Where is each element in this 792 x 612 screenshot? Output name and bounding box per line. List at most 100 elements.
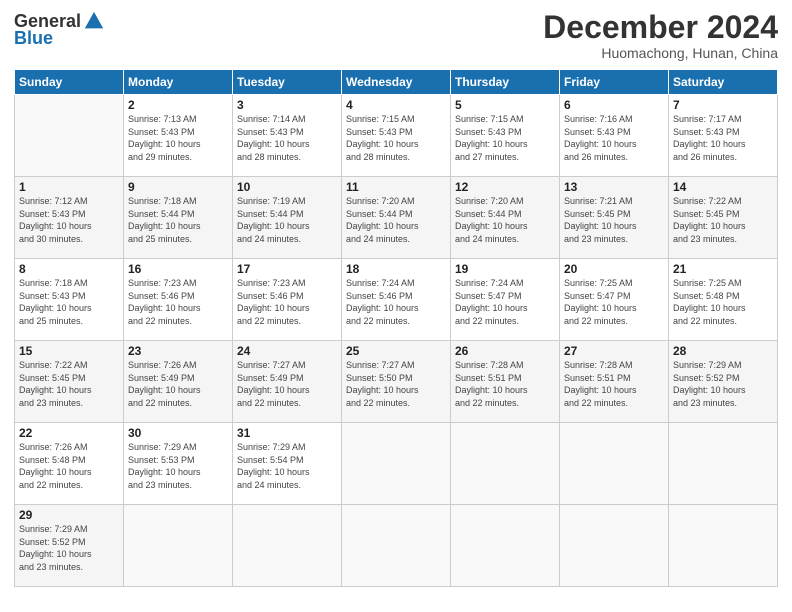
logo-blue-text: Blue xyxy=(14,28,53,49)
table-row: 14Sunrise: 7:22 AM Sunset: 5:45 PM Dayli… xyxy=(669,177,778,259)
table-row xyxy=(560,505,669,587)
col-friday: Friday xyxy=(560,70,669,95)
month-title: December 2024 xyxy=(543,10,778,45)
day-number: 7 xyxy=(673,98,773,112)
day-info: Sunrise: 7:12 AM Sunset: 5:43 PM Dayligh… xyxy=(19,195,119,245)
table-row: 28Sunrise: 7:29 AM Sunset: 5:52 PM Dayli… xyxy=(669,341,778,423)
logo: General Blue xyxy=(14,10,105,49)
day-number: 3 xyxy=(237,98,337,112)
day-info: Sunrise: 7:18 AM Sunset: 5:44 PM Dayligh… xyxy=(128,195,228,245)
day-info: Sunrise: 7:29 AM Sunset: 5:54 PM Dayligh… xyxy=(237,441,337,491)
location: Huomachong, Hunan, China xyxy=(543,45,778,61)
day-info: Sunrise: 7:26 AM Sunset: 5:48 PM Dayligh… xyxy=(19,441,119,491)
table-row xyxy=(560,423,669,505)
table-row: 27Sunrise: 7:28 AM Sunset: 5:51 PM Dayli… xyxy=(560,341,669,423)
day-number: 23 xyxy=(128,344,228,358)
header: General Blue December 2024 Huomachong, H… xyxy=(14,10,778,61)
calendar-row: 2Sunrise: 7:13 AM Sunset: 5:43 PM Daylig… xyxy=(15,95,778,177)
day-number: 2 xyxy=(128,98,228,112)
table-row xyxy=(15,95,124,177)
day-number: 15 xyxy=(19,344,119,358)
table-row: 4Sunrise: 7:15 AM Sunset: 5:43 PM Daylig… xyxy=(342,95,451,177)
table-row: 7Sunrise: 7:17 AM Sunset: 5:43 PM Daylig… xyxy=(669,95,778,177)
table-row: 19Sunrise: 7:24 AM Sunset: 5:47 PM Dayli… xyxy=(451,259,560,341)
table-row: 23Sunrise: 7:26 AM Sunset: 5:49 PM Dayli… xyxy=(124,341,233,423)
day-number: 28 xyxy=(673,344,773,358)
day-info: Sunrise: 7:20 AM Sunset: 5:44 PM Dayligh… xyxy=(455,195,555,245)
day-info: Sunrise: 7:17 AM Sunset: 5:43 PM Dayligh… xyxy=(673,113,773,163)
day-number: 18 xyxy=(346,262,446,276)
day-number: 20 xyxy=(564,262,664,276)
day-info: Sunrise: 7:27 AM Sunset: 5:49 PM Dayligh… xyxy=(237,359,337,409)
day-info: Sunrise: 7:15 AM Sunset: 5:43 PM Dayligh… xyxy=(455,113,555,163)
table-row: 9Sunrise: 7:18 AM Sunset: 5:44 PM Daylig… xyxy=(124,177,233,259)
table-row xyxy=(669,505,778,587)
day-info: Sunrise: 7:29 AM Sunset: 5:53 PM Dayligh… xyxy=(128,441,228,491)
day-number: 31 xyxy=(237,426,337,440)
table-row: 11Sunrise: 7:20 AM Sunset: 5:44 PM Dayli… xyxy=(342,177,451,259)
calendar-row: 15Sunrise: 7:22 AM Sunset: 5:45 PM Dayli… xyxy=(15,341,778,423)
day-info: Sunrise: 7:26 AM Sunset: 5:49 PM Dayligh… xyxy=(128,359,228,409)
day-info: Sunrise: 7:19 AM Sunset: 5:44 PM Dayligh… xyxy=(237,195,337,245)
table-row: 16Sunrise: 7:23 AM Sunset: 5:46 PM Dayli… xyxy=(124,259,233,341)
day-number: 14 xyxy=(673,180,773,194)
table-row: 24Sunrise: 7:27 AM Sunset: 5:49 PM Dayli… xyxy=(233,341,342,423)
day-number: 13 xyxy=(564,180,664,194)
day-number: 16 xyxy=(128,262,228,276)
table-row: 25Sunrise: 7:27 AM Sunset: 5:50 PM Dayli… xyxy=(342,341,451,423)
table-row xyxy=(233,505,342,587)
calendar-row: 1Sunrise: 7:12 AM Sunset: 5:43 PM Daylig… xyxy=(15,177,778,259)
day-number: 12 xyxy=(455,180,555,194)
table-row: 21Sunrise: 7:25 AM Sunset: 5:48 PM Dayli… xyxy=(669,259,778,341)
day-number: 22 xyxy=(19,426,119,440)
day-number: 5 xyxy=(455,98,555,112)
day-info: Sunrise: 7:23 AM Sunset: 5:46 PM Dayligh… xyxy=(237,277,337,327)
table-row xyxy=(451,505,560,587)
day-info: Sunrise: 7:28 AM Sunset: 5:51 PM Dayligh… xyxy=(455,359,555,409)
table-row: 30Sunrise: 7:29 AM Sunset: 5:53 PM Dayli… xyxy=(124,423,233,505)
day-number: 19 xyxy=(455,262,555,276)
logo-icon xyxy=(83,10,105,32)
day-number: 30 xyxy=(128,426,228,440)
day-number: 4 xyxy=(346,98,446,112)
table-row: 2Sunrise: 7:13 AM Sunset: 5:43 PM Daylig… xyxy=(124,95,233,177)
day-info: Sunrise: 7:24 AM Sunset: 5:46 PM Dayligh… xyxy=(346,277,446,327)
table-row: 3Sunrise: 7:14 AM Sunset: 5:43 PM Daylig… xyxy=(233,95,342,177)
table-row: 13Sunrise: 7:21 AM Sunset: 5:45 PM Dayli… xyxy=(560,177,669,259)
title-block: December 2024 Huomachong, Hunan, China xyxy=(543,10,778,61)
day-info: Sunrise: 7:24 AM Sunset: 5:47 PM Dayligh… xyxy=(455,277,555,327)
col-wednesday: Wednesday xyxy=(342,70,451,95)
table-row: 1Sunrise: 7:12 AM Sunset: 5:43 PM Daylig… xyxy=(15,177,124,259)
table-row xyxy=(669,423,778,505)
table-row xyxy=(451,423,560,505)
table-row xyxy=(124,505,233,587)
day-number: 10 xyxy=(237,180,337,194)
day-info: Sunrise: 7:16 AM Sunset: 5:43 PM Dayligh… xyxy=(564,113,664,163)
table-row: 29Sunrise: 7:29 AM Sunset: 5:52 PM Dayli… xyxy=(15,505,124,587)
day-number: 1 xyxy=(19,180,119,194)
day-info: Sunrise: 7:27 AM Sunset: 5:50 PM Dayligh… xyxy=(346,359,446,409)
day-number: 26 xyxy=(455,344,555,358)
col-thursday: Thursday xyxy=(451,70,560,95)
table-row: 22Sunrise: 7:26 AM Sunset: 5:48 PM Dayli… xyxy=(15,423,124,505)
day-info: Sunrise: 7:14 AM Sunset: 5:43 PM Dayligh… xyxy=(237,113,337,163)
day-info: Sunrise: 7:22 AM Sunset: 5:45 PM Dayligh… xyxy=(673,195,773,245)
main-container: General Blue December 2024 Huomachong, H… xyxy=(0,0,792,595)
day-info: Sunrise: 7:29 AM Sunset: 5:52 PM Dayligh… xyxy=(19,523,119,573)
day-number: 27 xyxy=(564,344,664,358)
day-info: Sunrise: 7:29 AM Sunset: 5:52 PM Dayligh… xyxy=(673,359,773,409)
day-info: Sunrise: 7:18 AM Sunset: 5:43 PM Dayligh… xyxy=(19,277,119,327)
day-info: Sunrise: 7:23 AM Sunset: 5:46 PM Dayligh… xyxy=(128,277,228,327)
table-row: 10Sunrise: 7:19 AM Sunset: 5:44 PM Dayli… xyxy=(233,177,342,259)
calendar-row: 22Sunrise: 7:26 AM Sunset: 5:48 PM Dayli… xyxy=(15,423,778,505)
day-info: Sunrise: 7:20 AM Sunset: 5:44 PM Dayligh… xyxy=(346,195,446,245)
table-row: 8Sunrise: 7:18 AM Sunset: 5:43 PM Daylig… xyxy=(15,259,124,341)
table-row: 20Sunrise: 7:25 AM Sunset: 5:47 PM Dayli… xyxy=(560,259,669,341)
day-number: 11 xyxy=(346,180,446,194)
col-monday: Monday xyxy=(124,70,233,95)
day-info: Sunrise: 7:13 AM Sunset: 5:43 PM Dayligh… xyxy=(128,113,228,163)
day-info: Sunrise: 7:25 AM Sunset: 5:48 PM Dayligh… xyxy=(673,277,773,327)
day-info: Sunrise: 7:22 AM Sunset: 5:45 PM Dayligh… xyxy=(19,359,119,409)
calendar-row: 29Sunrise: 7:29 AM Sunset: 5:52 PM Dayli… xyxy=(15,505,778,587)
day-info: Sunrise: 7:25 AM Sunset: 5:47 PM Dayligh… xyxy=(564,277,664,327)
